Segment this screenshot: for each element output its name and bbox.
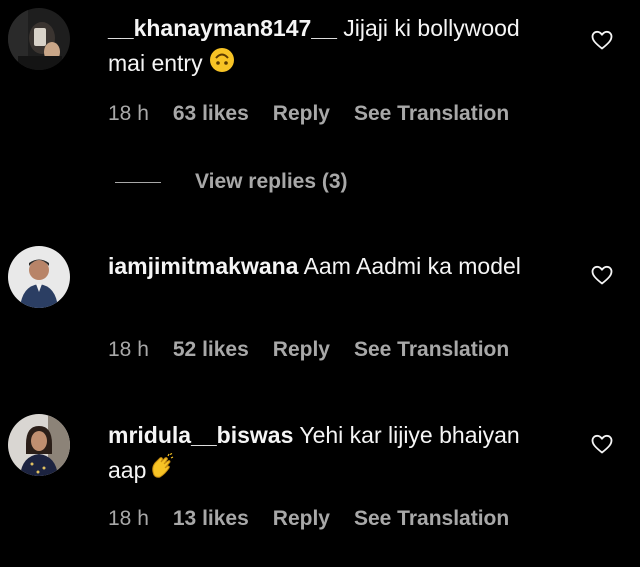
view-replies-label: View replies (3) — [195, 170, 348, 193]
comment-text: Aam Aadmi ka model — [303, 253, 521, 279]
comment-username[interactable]: __khanayman8147__ — [108, 15, 337, 41]
reply-button[interactable]: Reply — [273, 102, 330, 126]
reply-button[interactable]: Reply — [273, 338, 330, 362]
comment-meta: 18 h 13 likes Reply See Translation — [108, 507, 533, 531]
comment-timestamp: 18 h — [108, 338, 149, 361]
comment-username[interactable]: iamjimitmakwana — [108, 253, 298, 279]
see-translation-button[interactable]: See Translation — [354, 338, 509, 362]
heart-icon[interactable] — [590, 263, 614, 287]
view-replies-button[interactable]: View replies (3) — [115, 170, 348, 194]
avatar[interactable] — [8, 246, 70, 308]
reply-button[interactable]: Reply — [273, 507, 330, 531]
comment-timestamp: 18 h — [108, 102, 149, 125]
likes-count[interactable]: 52 likes — [173, 338, 249, 362]
avatar[interactable] — [8, 414, 70, 476]
comment-timestamp: 18 h — [108, 507, 149, 530]
see-translation-button[interactable]: See Translation — [354, 102, 509, 126]
comment-body: mridula__biswas Yehi kar lijiye bhaiyan … — [108, 418, 548, 491]
likes-count[interactable]: 63 likes — [173, 102, 249, 126]
comment-username[interactable]: mridula__biswas — [108, 422, 293, 448]
upside-down-face-emoji-icon — [209, 47, 235, 83]
avatar[interactable] — [8, 8, 70, 70]
comment-meta: 18 h 63 likes Reply See Translation — [108, 102, 533, 126]
replies-divider-line — [115, 181, 161, 183]
likes-count[interactable]: 13 likes — [173, 507, 249, 531]
clapping-hands-emoji-icon — [148, 452, 176, 491]
see-translation-button[interactable]: See Translation — [354, 507, 509, 531]
heart-icon[interactable] — [590, 432, 614, 456]
comment-body: __khanayman8147__ Jijaji ki bollywood ma… — [108, 11, 548, 83]
comment-body: iamjimitmakwana Aam Aadmi ka model — [108, 249, 548, 284]
comment-meta: 18 h 52 likes Reply See Translation — [108, 338, 533, 362]
heart-icon[interactable] — [590, 28, 614, 52]
